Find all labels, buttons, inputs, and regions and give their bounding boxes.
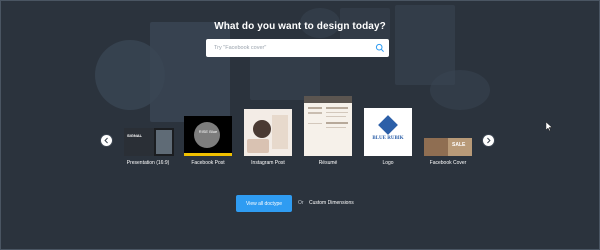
bg-blob bbox=[430, 70, 490, 110]
search-box bbox=[206, 39, 389, 57]
tile-label: Facebook Cover bbox=[429, 160, 467, 166]
carousel-prev-button[interactable] bbox=[101, 135, 112, 146]
background-collage bbox=[0, 0, 600, 250]
facebook-cover-thumbnail: SALE bbox=[424, 138, 472, 156]
thumb-text: SALE bbox=[452, 142, 466, 148]
or-separator: Or bbox=[298, 200, 304, 206]
search-input[interactable] bbox=[206, 39, 374, 57]
chevron-left-icon bbox=[104, 137, 108, 144]
thumb-text: SIGNAL bbox=[127, 133, 143, 138]
presentation-thumbnail: SIGNAL bbox=[124, 128, 174, 156]
bg-blob bbox=[95, 40, 165, 110]
thumb-text: RISE Blue bbox=[198, 129, 218, 134]
resume-thumbnail bbox=[304, 96, 352, 156]
page-title: What do you want to design today? bbox=[214, 21, 386, 32]
custom-dimensions-link[interactable]: Custom Dimensions bbox=[309, 200, 354, 206]
logo-thumbnail: BLUE RUBIK bbox=[364, 108, 412, 156]
carousel-next-button[interactable] bbox=[483, 135, 494, 146]
view-all-doctypes-button[interactable]: View all doctype bbox=[236, 195, 292, 212]
thumb-text: BLUE RUBIK bbox=[372, 136, 404, 141]
search-icon[interactable] bbox=[375, 43, 385, 53]
mouse-cursor-icon bbox=[546, 122, 552, 131]
chevron-right-icon bbox=[487, 137, 491, 144]
instagram-post-thumbnail bbox=[244, 109, 292, 156]
facebook-post-thumbnail: RISE Blue bbox=[184, 116, 232, 156]
